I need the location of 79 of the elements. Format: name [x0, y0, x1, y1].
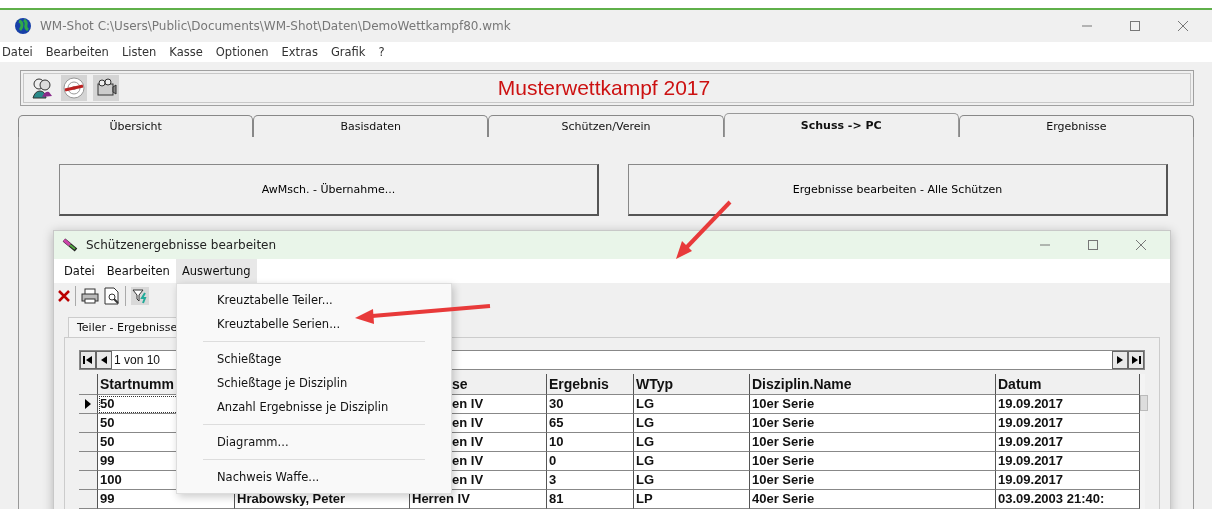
- menu-item[interactable]: Bearbeiten: [100, 259, 176, 283]
- table-cell: 19.09.2017: [996, 452, 1140, 471]
- competition-title: Musterwettkampf 2017: [496, 76, 712, 100]
- scrollbar-thumb[interactable]: [1140, 395, 1148, 411]
- filter-icon[interactable]: [131, 287, 149, 305]
- record-counter: 1 von 10: [113, 353, 161, 367]
- current-row-icon: [85, 399, 91, 409]
- table-cell: LG: [634, 471, 750, 490]
- print-preview-icon[interactable]: [104, 287, 120, 305]
- skip-end-icon: [1131, 355, 1141, 365]
- tab[interactable]: Basisdaten: [253, 115, 489, 137]
- table-cell: 10er Serie: [750, 471, 996, 490]
- left-triangle-icon: [99, 355, 109, 365]
- menu-item[interactable]: Schießtage: [177, 347, 451, 371]
- table-cell: Herren IV: [410, 490, 547, 509]
- arrow-annotation: [676, 200, 732, 259]
- close-icon[interactable]: [1135, 239, 1147, 251]
- maximize-icon[interactable]: [1129, 20, 1141, 32]
- table-cell: 03.09.2003 21:40:: [996, 490, 1140, 509]
- table-cell: LG: [634, 395, 750, 414]
- target-icon[interactable]: [61, 75, 87, 101]
- close-icon[interactable]: [1177, 20, 1189, 32]
- vertical-scrollbar[interactable]: [1140, 374, 1145, 509]
- table-cell: 10er Serie: [750, 433, 996, 452]
- projector-icon[interactable]: [93, 75, 119, 101]
- menu-item[interactable]: Kreuztabelle Teiler...: [177, 288, 451, 312]
- column-header: Ergebnis: [547, 374, 634, 395]
- maximize-icon[interactable]: [1087, 239, 1099, 251]
- menu-item[interactable]: ?: [378, 45, 385, 59]
- table-cell: 19.09.2017: [996, 471, 1140, 490]
- table-cell: 10er Serie: [750, 395, 996, 414]
- table-cell: LG: [634, 414, 750, 433]
- menu-item[interactable]: Bearbeiten: [45, 45, 109, 59]
- table-cell: 0: [547, 452, 634, 471]
- action-button[interactable]: AwMsch. - Übernahme...: [59, 164, 599, 216]
- dialog-title: Schützenergebnisse bearbeiten: [86, 238, 278, 252]
- table-cell: 99: [98, 490, 235, 509]
- table-cell: 19.09.2017: [996, 433, 1140, 452]
- table-cell: 19.09.2017: [996, 414, 1140, 433]
- right-triangle-icon: [1115, 355, 1125, 365]
- table-cell: 30: [547, 395, 634, 414]
- menu-item[interactable]: Listen: [121, 45, 157, 59]
- tab[interactable]: Schützen/Verein: [488, 115, 724, 137]
- action-button[interactable]: Ergebnisse bearbeiten - Alle Schützen: [628, 164, 1168, 216]
- last-record-button[interactable]: [1128, 351, 1144, 369]
- table-cell: 10er Serie: [750, 414, 996, 433]
- menu-item[interactable]: Kasse: [169, 45, 203, 59]
- column-header: Datum: [996, 374, 1140, 395]
- pencil-icon: [62, 238, 78, 252]
- skip-start-icon: [83, 355, 93, 365]
- table-cell: 10er Serie: [750, 452, 996, 471]
- table-cell: LP: [634, 490, 750, 509]
- menu-item[interactable]: Grafik: [330, 45, 366, 59]
- table-cell: 65: [547, 414, 634, 433]
- previous-record-button[interactable]: [96, 351, 112, 369]
- tab[interactable]: Ergebnisse: [958, 115, 1194, 137]
- first-record-button[interactable]: [80, 351, 96, 369]
- menu-item[interactable]: Auswertung: [175, 259, 257, 283]
- menu-item[interactable]: Extras: [281, 45, 318, 59]
- printer-icon[interactable]: [81, 288, 99, 304]
- table-cell: 10: [547, 433, 634, 452]
- menu-item[interactable]: Optionen: [215, 45, 269, 59]
- window-title: WM-Shot C:\Users\Public\Documents\WM-Shot\Daten\DemoWettkampf80.wmk: [40, 19, 512, 33]
- table-cell: 40er Serie: [750, 490, 996, 509]
- people-icon[interactable]: [29, 75, 55, 101]
- tab[interactable]: Übersicht: [18, 115, 254, 137]
- table-cell: LG: [634, 452, 750, 471]
- delete-icon[interactable]: [58, 290, 70, 302]
- table-cell: 3: [547, 471, 634, 490]
- globe-icon: [14, 17, 32, 35]
- next-record-button[interactable]: [1112, 351, 1128, 369]
- table-cell: LG: [634, 433, 750, 452]
- table-cell: 19.09.2017: [996, 395, 1140, 414]
- menu-item[interactable]: Datei: [2, 45, 33, 59]
- column-header: Disziplin.Name: [750, 374, 996, 395]
- column-header: WTyp: [634, 374, 750, 395]
- table-cell: 81: [547, 490, 634, 509]
- menu-item[interactable]: Datei: [58, 259, 101, 283]
- tab[interactable]: Schuss -> PC: [723, 113, 959, 137]
